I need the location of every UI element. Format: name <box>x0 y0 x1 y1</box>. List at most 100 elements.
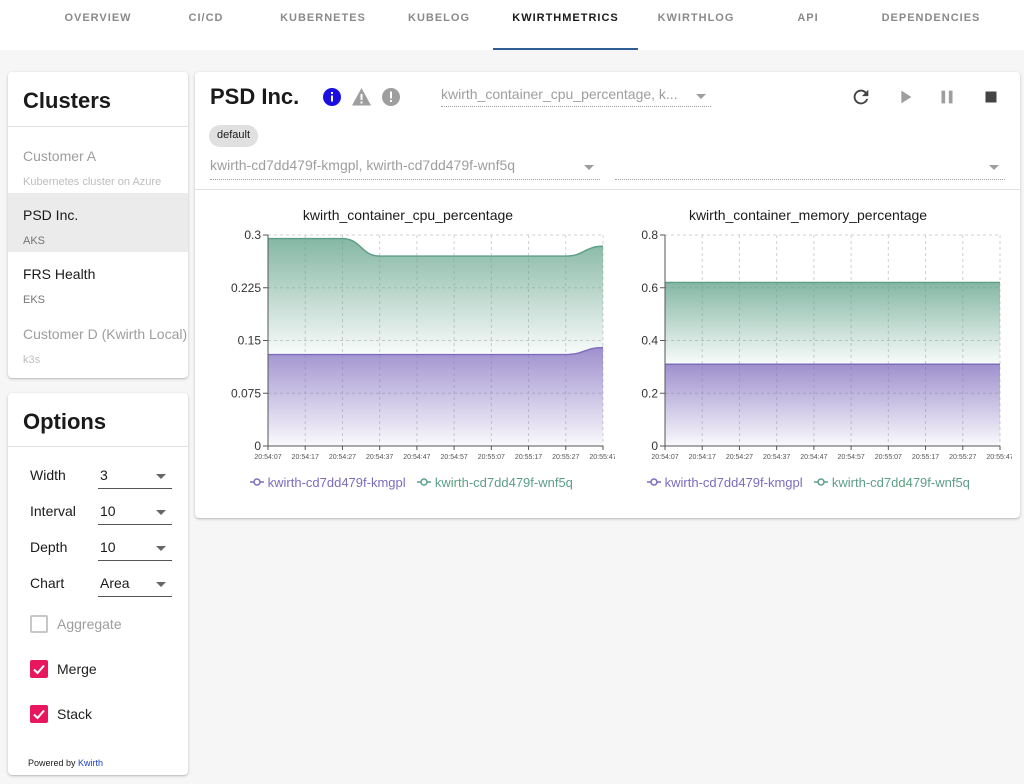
tab-kubelog[interactable]: KUBELOG <box>396 0 482 50</box>
cluster-item-psd-inc[interactable]: PSD Inc. AKS <box>8 193 188 252</box>
cluster-item-frs-health[interactable]: FRS Health EKS <box>8 252 188 311</box>
y-tick-label: 0.6 <box>641 281 658 295</box>
kwirth-link[interactable]: Kwirth <box>78 758 103 768</box>
merge-checkbox[interactable] <box>30 660 48 678</box>
x-tick-label: 20:55:07 <box>875 454 902 461</box>
legend-label: kwirth-cd7dd479f-kmgpl <box>664 475 803 490</box>
powered-by: Powered by Kwirth <box>28 758 103 768</box>
x-tick-label: 20:54:27 <box>329 454 356 461</box>
chart-title: kwirth_container_cpu_percentage <box>302 207 514 223</box>
legend-item[interactable]: kwirth-cd7dd479f-wnf5q <box>814 475 970 490</box>
legend-label: kwirth-cd7dd479f-wnf5q <box>434 475 573 490</box>
metrics-card: PSD Inc. kwirth_container_cpu_percentage… <box>195 72 1020 518</box>
cluster-description: k3s <box>23 354 41 366</box>
cluster-name: FRS Health <box>23 266 96 282</box>
divider <box>8 126 188 127</box>
aggregate-checkbox[interactable] <box>30 615 48 633</box>
tab-dependencies[interactable]: DEPENDENCIES <box>872 0 990 50</box>
pods-select-underline <box>210 179 600 180</box>
x-tick-label: 20:55:27 <box>949 454 976 461</box>
interval-value: 10 <box>100 503 116 519</box>
check-icon <box>33 664 45 675</box>
memory-chart-legend: kwirth-cd7dd479f-kmgpl kwirth-cd7dd479f-… <box>647 475 978 490</box>
chevron-down-icon <box>989 165 999 170</box>
x-tick-label: 20:55:17 <box>912 454 939 461</box>
x-tick-label: 20:54:07 <box>254 454 281 461</box>
legend-marker-icon <box>417 478 432 486</box>
legend-item[interactable]: kwirth-cd7dd479f-wnf5q <box>417 475 573 490</box>
cluster-description: EKS <box>23 294 46 306</box>
chart-title: kwirth_container_memory_percentage <box>688 207 928 223</box>
clusters-card: Clusters Customer A Kubernetes cluster o… <box>8 72 188 378</box>
x-tick-label: 20:54:47 <box>403 454 430 461</box>
stop-icon[interactable] <box>980 86 1002 108</box>
y-tick-label: 0.4 <box>641 334 658 348</box>
play-icon[interactable] <box>894 86 916 108</box>
tab-kwirthmetrics[interactable]: KWIRTHMETRICS <box>493 0 638 50</box>
x-tick-label: 20:54:17 <box>292 454 319 461</box>
x-tick-label: 20:54:37 <box>763 454 790 461</box>
interval-select[interactable]: 10 <box>98 499 172 525</box>
legend-marker-icon <box>814 478 829 486</box>
containers-select-underline <box>615 179 1005 180</box>
x-tick-label: 20:54:27 <box>726 454 753 461</box>
aggregate-label: Aggregate <box>57 616 122 632</box>
depth-label: Depth <box>30 539 68 555</box>
x-tick-label: 20:55:47 <box>986 454 1012 461</box>
legend-marker-icon <box>250 478 264 486</box>
cluster-item-customer-a[interactable]: Customer A Kubernetes cluster on Azure <box>8 134 188 193</box>
tab-cicd[interactable]: CI/CD <box>166 0 246 50</box>
chevron-down-icon <box>156 474 166 479</box>
y-tick-label: 0 <box>651 439 658 453</box>
legend-item[interactable]: kwirth-cd7dd479f-kmgpl <box>250 475 406 490</box>
tab-api[interactable]: API <box>778 0 838 50</box>
x-tick-label: 20:54:57 <box>837 454 864 461</box>
y-tick-label: 0.8 <box>641 228 658 242</box>
y-tick-label: 0.15 <box>238 334 262 348</box>
width-select[interactable]: 3 <box>98 463 172 489</box>
tab-kubernetes[interactable]: KUBERNETES <box>266 0 380 50</box>
width-value: 3 <box>100 467 108 483</box>
tab-overview[interactable]: OVERVIEW <box>48 0 148 50</box>
top-tab-bar: OVERVIEW CI/CD KUBERNETES KUBELOG KWIRTH… <box>0 0 1024 50</box>
area-series-1 <box>665 364 1000 446</box>
x-tick-label: 20:55:17 <box>515 454 542 461</box>
width-label: Width <box>30 467 66 483</box>
cluster-name: Customer A <box>23 148 97 164</box>
chevron-down-icon <box>156 510 166 515</box>
chart-type-select[interactable]: Area <box>98 571 172 597</box>
x-tick-label: 20:54:17 <box>689 454 716 461</box>
refresh-icon[interactable] <box>850 86 872 108</box>
cluster-description: Kubernetes cluster on Azure <box>23 176 162 188</box>
cluster-description: AKS <box>23 235 46 247</box>
cluster-item-customer-d[interactable]: Customer D (Kwirth Local) k3s <box>8 312 188 371</box>
y-tick-label: 0.2 <box>641 386 658 400</box>
depth-select[interactable]: 10 <box>98 535 172 561</box>
info-icon[interactable] <box>322 87 342 107</box>
cpu-chart: 0 0.075 0.15 0.225 0.3 20:54:07 20:54:17 20:54:… <box>231 228 615 461</box>
x-tick-label: 20:55:07 <box>478 454 505 461</box>
stack-label: Stack <box>57 706 93 722</box>
warning-icon[interactable] <box>351 87 372 107</box>
error-icon[interactable] <box>381 87 401 107</box>
page-title: PSD Inc. <box>210 84 300 109</box>
x-tick-label: 20:54:07 <box>651 454 678 461</box>
metrics-select-underline <box>441 106 711 107</box>
options-card: Options Width 3 Interval 10 Depth 10 Cha… <box>8 393 188 775</box>
metrics-select[interactable]: kwirth_container_cpu_percentage, k... <box>441 86 691 102</box>
legend-marker-icon <box>647 478 661 486</box>
divider <box>8 446 188 447</box>
divider <box>195 189 1020 190</box>
legend-label: kwirth-cd7dd479f-wnf5q <box>831 475 970 490</box>
chevron-down-icon <box>156 582 166 587</box>
chevron-down-icon <box>156 546 166 551</box>
legend-item[interactable]: kwirth-cd7dd479f-kmgpl <box>647 475 803 490</box>
tab-kwirthlog[interactable]: KWIRTHLOG <box>650 0 742 50</box>
y-tick-label: 0 <box>254 439 261 453</box>
pods-select[interactable]: kwirth-cd7dd479f-kmgpl, kwirth-cd7dd479f… <box>210 157 580 173</box>
stack-checkbox[interactable] <box>30 705 48 723</box>
chart-label: Chart <box>30 575 65 591</box>
memory-chart: 0 0.2 0.4 0.6 0.8 20:54:07 20:54:17 20:54:27 20:… <box>641 228 1012 461</box>
namespace-chip[interactable]: default <box>209 125 259 147</box>
pause-icon[interactable] <box>936 86 958 108</box>
